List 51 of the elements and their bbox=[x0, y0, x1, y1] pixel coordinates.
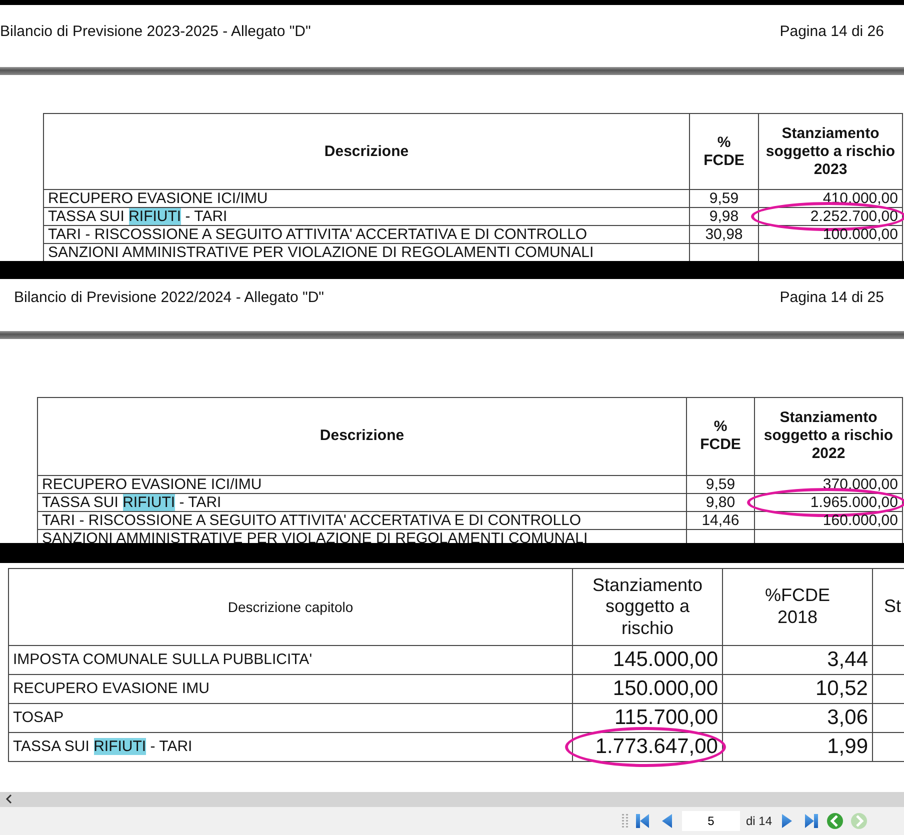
page-count: di 14 bbox=[746, 814, 772, 828]
column-header: Stanziamento soggetto a rischio bbox=[572, 568, 722, 646]
column-header: %FCDE 2018 bbox=[722, 568, 872, 646]
page-number: Pagina 14 di 25 bbox=[780, 288, 884, 306]
table-cell: 115.700,00 bbox=[572, 703, 722, 732]
table-cell: RECUPERO EVASIONE IMU bbox=[8, 674, 572, 704]
table-cell: 10,52 bbox=[722, 674, 872, 704]
column-header: % FCDE bbox=[690, 114, 758, 190]
table-cell: 14,46 bbox=[686, 511, 754, 530]
table-cell: RECUPERO EVASIONE ICI/IMU bbox=[44, 190, 690, 208]
table-cell: 3,44 bbox=[722, 645, 872, 674]
table-cell: 30,98 bbox=[690, 226, 758, 244]
table-cell: TASSA SUI RIFIUTI - TARI bbox=[38, 493, 686, 512]
horizontal-scrollbar[interactable] bbox=[0, 792, 904, 807]
table-cell: 9,59 bbox=[690, 190, 758, 208]
document-title: Bilancio di Previsione 2023-2025 - Allegato "D" bbox=[0, 23, 311, 40]
table-cell: 9,59 bbox=[686, 475, 754, 494]
table-cell: IMPOSTA COMUNALE SULLA PUBBLICITA' bbox=[8, 645, 572, 674]
table-cell: TOSAP bbox=[8, 703, 572, 732]
table-cell: TASSA SUI RIFIUTI - TARI bbox=[8, 732, 572, 762]
column-header: Descrizione capitolo bbox=[8, 568, 572, 646]
document-title: Bilancio di Previsione 2022/2024 - Allegato "D" bbox=[14, 288, 324, 306]
column-header: % FCDE bbox=[686, 397, 754, 476]
table-cell: 150.000,00 bbox=[572, 674, 722, 704]
table-cell: 3,06 bbox=[722, 703, 872, 732]
table-cell: RECUPERO EVASIONE ICI/IMU bbox=[38, 475, 686, 494]
table-cell: 370.000,00 bbox=[754, 475, 902, 494]
table-cell: 410.000,00 bbox=[758, 190, 902, 208]
table-cell: 145.000,00 bbox=[572, 645, 722, 674]
table-cell: TARI - RISCOSSIONE A SEGUITO ATTIVITA' ACCERTATIVA E DI CONTROLLO bbox=[44, 226, 690, 244]
table-cell: SANZIONI AMMINISTRATIVE PER VIOLAZIONE DI REGOLAMENTI COMUNALI bbox=[38, 529, 686, 543]
table-cell: 9,98 bbox=[690, 208, 758, 226]
column-header: Stanziamento soggetto a rischio 2023 bbox=[758, 114, 902, 190]
table-cell: TASSA SUI RIFIUTI - TARI bbox=[44, 208, 690, 226]
table-cell: 100.000,00 bbox=[758, 226, 902, 244]
table-cell: TARI - RISCOSSIONE A SEGUITO ATTIVITA' ACCERTATIVA E DI CONTROLLO bbox=[38, 511, 686, 530]
chevron-left-icon[interactable] bbox=[4, 794, 14, 804]
first-page-button[interactable] bbox=[634, 812, 652, 830]
table-cell: 160.000,00 bbox=[754, 511, 902, 530]
column-header: Descrizione bbox=[38, 397, 686, 476]
back-button[interactable] bbox=[826, 812, 844, 830]
page-number-field[interactable]: 5 bbox=[682, 810, 740, 831]
grip-icon bbox=[622, 814, 628, 828]
table-cell: 9,80 bbox=[686, 493, 754, 512]
last-page-button[interactable] bbox=[802, 812, 820, 830]
column-header: Descrizione bbox=[44, 114, 690, 190]
column-header: St bbox=[872, 568, 904, 646]
column-header: Stanziamento soggetto a rischio 2022 bbox=[754, 397, 902, 476]
table-cell: SANZIONI AMMINISTRATIVE PER VIOLAZIONE DI REGOLAMENTI COMUNALI bbox=[44, 244, 690, 261]
page-number: Pagina 14 di 26 bbox=[780, 23, 884, 40]
table-cell: 1,99 bbox=[722, 732, 872, 762]
